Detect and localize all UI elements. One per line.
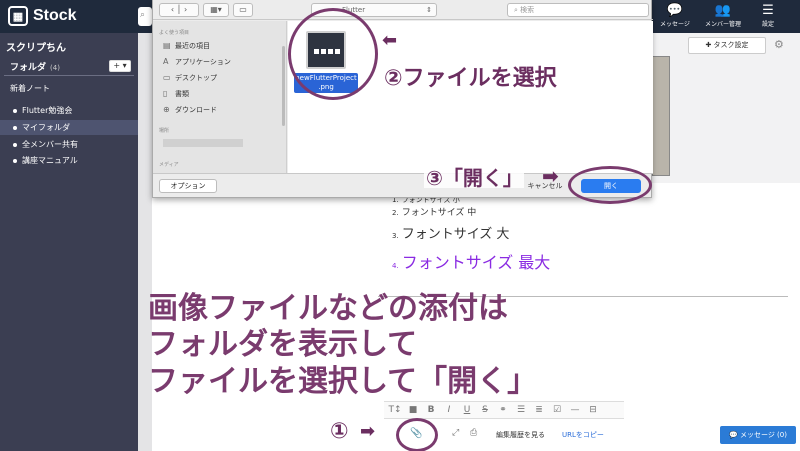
view-mode-button[interactable]: ▦▾ xyxy=(203,3,229,17)
list-item: 4. フォントサイズ 最大 xyxy=(392,253,551,272)
link-icon[interactable]: ⚭ xyxy=(496,403,510,417)
dialog-sidebar: よく使う項目 ▤ 最近の項目 A アプリケーション ▭ デスクトップ ▯ 書類 ⊕ ダウン… xyxy=(153,21,287,173)
arrow-right-icon: ➡ xyxy=(360,421,376,442)
stock-logo-icon: ▦ xyxy=(8,6,28,26)
underline-icon[interactable]: U xyxy=(460,403,474,417)
bullet-icon xyxy=(13,109,17,113)
options-button[interactable]: オプション xyxy=(159,179,217,193)
list-item: 2. フォントサイズ 中 xyxy=(392,208,477,218)
sidebar-item-my-folder[interactable]: マイフォルダ xyxy=(0,120,138,135)
note-image xyxy=(652,56,670,176)
workspace-name[interactable]: スクリプちん xyxy=(6,39,66,54)
checkbox-icon[interactable]: ☑ xyxy=(550,403,564,417)
annotation-line3: ファイルを選択して「開く」 xyxy=(148,364,538,399)
search-icon[interactable]: ⌕ xyxy=(138,7,152,26)
dialog-toolbar: ‹ │ › ▦▾ ▭ Flutter ⇕ ⌕ 検索 xyxy=(153,0,653,20)
folder-icon[interactable]: ▭ xyxy=(233,3,253,17)
members-nav-button[interactable]: 👥 メンバー管理 xyxy=(698,3,748,31)
sidebar-item-all-members[interactable]: 全メンバー共有 xyxy=(0,137,138,152)
message-button[interactable]: 💬 メッセージ (0) xyxy=(720,426,796,444)
expand-icon[interactable]: ⤢ xyxy=(452,428,459,438)
recents-icon: ▤ xyxy=(163,41,171,50)
arrow-right-icon: ➡ xyxy=(542,164,559,188)
bullet-icon xyxy=(13,159,17,163)
list-item: 3. フォントサイズ 大 xyxy=(392,227,510,242)
annotation-step1: ① xyxy=(330,419,349,444)
sidebar-item-recents[interactable]: ▤ 最近の項目 xyxy=(163,41,210,51)
sidebar-scrollbar[interactable] xyxy=(282,46,285,126)
desktop-icon: ▭ xyxy=(163,73,171,82)
gear-icon[interactable]: ⚙ xyxy=(774,38,784,51)
add-folder-button[interactable]: + ▾ xyxy=(109,60,131,72)
strikethrough-icon[interactable]: S xyxy=(478,403,492,417)
sidebar-item-flutter[interactable]: Flutter勉強会 xyxy=(0,103,138,118)
table-icon[interactable]: ⊟ xyxy=(586,403,600,417)
back-forward-buttons[interactable]: ‹ │ › xyxy=(159,3,199,17)
open-button-highlight-ring xyxy=(568,166,652,204)
bold-icon[interactable]: B xyxy=(424,403,438,417)
copy-url-link[interactable]: URLをコピー xyxy=(562,430,604,440)
new-notes-link[interactable]: 新着ノート xyxy=(10,83,50,94)
note-header-area xyxy=(652,33,800,183)
editor-toolbar: T↕ ■ B I U S ⚭ ☰ ≣ ☑ — ⊟ xyxy=(384,401,624,419)
app-logo[interactable]: ▦ Stock xyxy=(8,6,77,26)
sidebar-item-downloads[interactable]: ⊕ ダウンロード xyxy=(163,105,217,115)
editor-bottom-bar: 📎 ⤢ ⎙ 編集履歴を見る URLをコピー 💬 メッセージ (0) xyxy=(380,424,800,446)
text-size-icon[interactable]: T↕ xyxy=(388,403,402,417)
file-highlight-ring xyxy=(288,8,378,100)
horizontal-rule-icon[interactable]: — xyxy=(568,403,582,417)
media-header: メディア xyxy=(159,162,179,168)
annotation-step2: ②ファイルを選択 xyxy=(384,66,557,91)
documents-icon: ▯ xyxy=(163,89,168,98)
sidebar-item-course-manual[interactable]: 講座マニュアル xyxy=(0,153,138,168)
sidebar-item-desktop[interactable]: ▭ デスクトップ xyxy=(163,73,217,83)
note-body-list: 1. フォントサイズ 小 2. フォントサイズ 中 3. フォントサイズ 大 4. フォ… xyxy=(392,195,652,273)
updown-icon: ⇕ xyxy=(426,6,432,14)
message-nav-button[interactable]: 💬 メッセージ xyxy=(652,3,698,31)
print-icon[interactable]: ⎙ xyxy=(470,428,477,438)
bullet-list-icon[interactable]: ☰ xyxy=(514,403,528,417)
favorites-header: よく使う項目 xyxy=(159,30,190,36)
applications-icon: A xyxy=(163,57,169,66)
settings-nav-button[interactable]: ☰ 設定 xyxy=(746,3,790,31)
italic-icon[interactable]: I xyxy=(442,403,456,417)
sidebar-divider xyxy=(4,75,134,76)
sidebar-item-documents[interactable]: ▯ 書類 xyxy=(163,89,189,99)
file-open-dialog: ‹ │ › ▦▾ ▭ Flutter ⇕ ⌕ 検索 よく使う項目 ▤ 最近の項目 A… xyxy=(152,0,653,198)
hamburger-icon: ☰ xyxy=(762,3,774,18)
arrow-left-icon: ⬅ xyxy=(382,30,398,51)
downloads-icon: ⊕ xyxy=(163,105,170,114)
annotation-step3: ③「開く」 xyxy=(426,166,523,190)
numbered-list-icon[interactable]: ≣ xyxy=(532,403,546,417)
sidebar-item-applications[interactable]: A アプリケーション xyxy=(163,57,231,67)
bullet-icon xyxy=(13,126,17,130)
app-name: Stock xyxy=(33,7,77,24)
folder-header: フォルダ (4) xyxy=(10,63,60,73)
dialog-search-input[interactable]: ⌕ 検索 xyxy=(507,3,649,17)
locations-header: 場所 xyxy=(159,128,170,134)
speech-bubble-icon: 💬 xyxy=(666,3,684,18)
attach-highlight-ring xyxy=(396,418,438,451)
text-color-icon[interactable]: ■ xyxy=(406,403,420,417)
bullet-icon xyxy=(13,143,17,147)
edit-history-link[interactable]: 編集履歴を見る xyxy=(496,430,545,440)
sidebar-item-location-blurred[interactable] xyxy=(163,139,243,147)
task-settings-button[interactable]: ✚ タスク設定 xyxy=(688,37,766,54)
people-icon: 👥 xyxy=(714,3,732,18)
sidebar: スクリプちん フォルダ (4) + ▾ 新着ノート Flutter勉強会 マイフォ… xyxy=(0,33,138,451)
